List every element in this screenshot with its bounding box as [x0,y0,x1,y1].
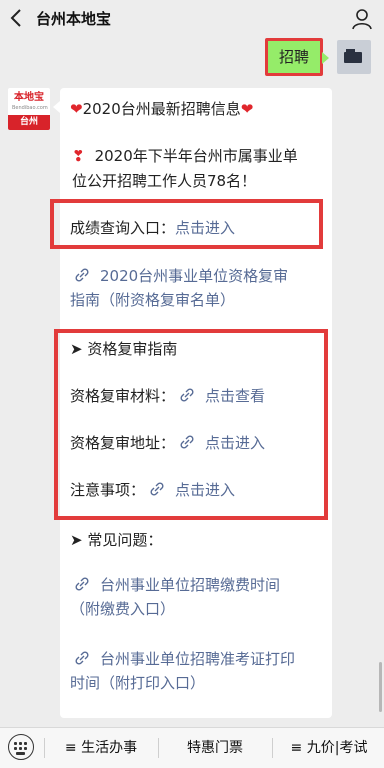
heading-text: 2020台州最新招聘信息 [82,100,241,118]
faq1-text-1[interactable]: 台州事业单位招聘缴费时间 [100,576,280,594]
menu-divider [272,738,273,758]
keyboard-icon[interactable] [8,734,34,760]
notice-text-1: 2020年下半年台州市属事业单 [94,147,298,165]
review-link-text-1[interactable]: 2020台州事业单位资格复审 [100,267,288,285]
notice-line-1: ❣ 2020年下半年台州市属事业单 [72,145,298,167]
link-icon [149,481,165,497]
notes-link[interactable]: 点击进入 [175,481,235,499]
score-query-label: 成绩查询入口： [70,219,176,237]
address-label: 资格复审地址： [70,434,176,452]
address-row: 资格复审地址： 点击进入 [70,432,265,454]
heart-icon: ❤ [70,100,83,118]
faq1-text-2[interactable]: （附缴费入口） [70,598,175,620]
avatar-brand: 本地宝 [14,92,44,103]
link-icon [74,650,90,666]
message-heading: ❤2020台州最新招聘信息❤ [70,98,253,120]
link-icon [179,387,195,403]
menu-item-vaccine-exam[interactable]: ≡ 九价|考试 [274,728,384,768]
guide-heading: ➤ 资格复审指南 [70,340,178,358]
top-nav-bar: 台州本地宝 [0,0,384,38]
bottom-menu-bar: ≡ 生活办事 特惠门票 ≡ 九价|考试 [0,727,384,768]
menu-item-life-services[interactable]: ≡ 生活办事 [46,728,156,768]
link-icon [179,434,195,450]
notes-label: 注意事项： [70,481,146,499]
address-link[interactable]: 点击进入 [205,434,265,452]
score-query-link[interactable]: 点击进入 [175,219,235,237]
back-chevron-icon[interactable] [6,6,28,30]
materials-row: 资格复审材料： 点击查看 [70,385,265,407]
review-guide-link[interactable]: 2020台州事业单位资格复审 [74,265,288,287]
avatar-brand-sub: Bendibao.com [12,105,48,111]
faq-heading: ➤ 常见问题： [70,531,163,549]
outgoing-message-bubble[interactable]: 招聘 [265,38,329,76]
sender-avatar[interactable]: 本地宝 Bendibao.com 台州 [8,88,50,130]
link-icon [74,576,90,592]
materials-label: 资格复审材料： [70,387,176,405]
scrollbar-thumb[interactable] [379,662,382,712]
review-link-text-2[interactable]: 指南（附资格复审名单） [70,289,235,311]
avatar-city: 台州 [8,115,50,130]
incoming-message-card: ❤2020台州最新招聘信息❤ ❣ 2020年下半年台州市属事业单 位公开招聘工作人… [50,88,332,718]
score-query-row: 成绩查询入口：点击进入 [70,217,235,239]
faq-link-2[interactable]: 台州事业单位招聘准考证打印 [74,648,295,670]
menu-item-discount-tickets[interactable]: 特惠门票 [160,728,270,768]
notice-line-2: 位公开招聘工作人员78名！ [72,172,257,190]
faq-link-1[interactable]: 台州事业单位招聘缴费时间 [74,574,280,596]
faq2-text-2[interactable]: 时间（附打印入口） [70,672,205,694]
chat-title: 台州本地宝 [36,10,112,28]
notes-row: 注意事项： 点击进入 [70,479,235,501]
self-avatar[interactable] [337,40,371,74]
materials-link[interactable]: 点击查看 [205,387,265,405]
exclamation-icon: ❣ [72,147,85,165]
user-icon[interactable] [350,7,374,31]
folder-icon [344,52,362,63]
menu-divider [158,738,159,758]
link-icon [74,267,90,283]
heart-icon: ❤ [240,100,254,118]
faq2-text-1[interactable]: 台州事业单位招聘准考证打印 [100,650,295,668]
menu-divider [44,738,45,758]
